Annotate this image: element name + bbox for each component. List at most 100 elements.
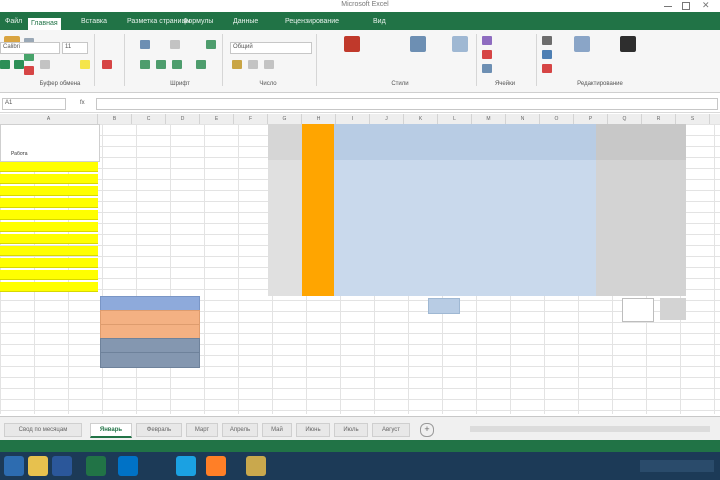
- column-header-n[interactable]: N: [506, 114, 540, 124]
- align-left-icon[interactable]: [140, 60, 150, 69]
- column-header-e[interactable]: E: [200, 114, 234, 124]
- windows-start-icon[interactable]: [4, 456, 24, 476]
- tab-file[interactable]: Файл: [2, 16, 25, 28]
- media-icon[interactable]: [206, 456, 226, 476]
- tab-insert[interactable]: Вставка: [78, 16, 110, 28]
- tab-home[interactable]: Главная: [28, 18, 61, 30]
- tab-data[interactable]: Данные: [230, 16, 261, 28]
- formula-input[interactable]: [96, 98, 718, 110]
- column-header-m[interactable]: M: [472, 114, 506, 124]
- font-size-select[interactable]: 11: [62, 42, 88, 54]
- column-header-p[interactable]: P: [574, 114, 608, 124]
- sheet-tab[interactable]: Май: [262, 423, 292, 437]
- row-label-cell[interactable]: [0, 174, 98, 184]
- sort-filter-icon[interactable]: [574, 36, 590, 52]
- worksheet-grid[interactable]: Работа: [0, 124, 720, 414]
- column-header-j[interactable]: J: [370, 114, 404, 124]
- header-a-label: Работа: [11, 151, 28, 157]
- column-header-s[interactable]: S: [676, 114, 710, 124]
- row-label-cell[interactable]: [0, 246, 98, 256]
- sheet-tab[interactable]: Август: [372, 423, 410, 437]
- close-icon[interactable]: ✕: [702, 0, 710, 11]
- group-clipboard-label: Буфер обмена: [39, 81, 81, 87]
- row-label-cell[interactable]: [0, 186, 98, 196]
- font-color-icon[interactable]: [102, 60, 112, 69]
- percent-icon[interactable]: [248, 60, 258, 69]
- row-label-cell[interactable]: [0, 234, 98, 244]
- minimize-icon[interactable]: [664, 6, 672, 7]
- find-icon[interactable]: [620, 36, 636, 52]
- indent-icon[interactable]: [196, 60, 206, 69]
- sheet-tab-active[interactable]: Январь: [90, 423, 132, 438]
- row-label-cell[interactable]: [0, 222, 98, 232]
- merge-icon[interactable]: [170, 40, 180, 49]
- cell-styles-icon[interactable]: [452, 36, 468, 52]
- align-right-icon[interactable]: [172, 60, 182, 69]
- sheet-tab[interactable]: Июнь: [296, 423, 330, 437]
- fx-icon[interactable]: fx: [80, 99, 85, 107]
- column-header-d[interactable]: D: [166, 114, 200, 124]
- conditional-format-icon[interactable]: [344, 36, 360, 52]
- header-gray-block: [268, 124, 302, 160]
- tab-view[interactable]: Вид: [370, 16, 389, 28]
- outlook-icon[interactable]: [118, 456, 138, 476]
- italic-icon[interactable]: [14, 60, 24, 69]
- sheet-tab[interactable]: Свод по месяцам: [4, 423, 82, 437]
- tab-formulas[interactable]: Формулы: [180, 16, 216, 28]
- delete-cells-icon[interactable]: [482, 50, 492, 59]
- column-header-o[interactable]: O: [540, 114, 574, 124]
- column-header-l[interactable]: L: [438, 114, 472, 124]
- column-header-k[interactable]: K: [404, 114, 438, 124]
- tab-review[interactable]: Рецензирование: [282, 16, 342, 28]
- ie-icon[interactable]: [176, 456, 196, 476]
- row-label-cell[interactable]: [0, 282, 98, 292]
- comma-icon[interactable]: [264, 60, 274, 69]
- insert-cells-icon[interactable]: [482, 36, 492, 45]
- format-painter-icon[interactable]: [24, 66, 34, 75]
- fill-icon[interactable]: [542, 50, 552, 59]
- system-tray[interactable]: [640, 460, 714, 472]
- column-header-r[interactable]: R: [642, 114, 676, 124]
- column-header-i[interactable]: I: [336, 114, 370, 124]
- sheet-tab[interactable]: Март: [186, 423, 218, 437]
- row-label-cell[interactable]: [0, 162, 98, 172]
- excel-icon[interactable]: [86, 456, 106, 476]
- column-header-f[interactable]: F: [234, 114, 268, 124]
- wrap-text-icon[interactable]: [140, 40, 150, 49]
- add-sheet-icon[interactable]: +: [420, 423, 434, 437]
- column-header-h[interactable]: H: [302, 114, 336, 124]
- name-box[interactable]: A1: [2, 98, 66, 110]
- align-center-icon[interactable]: [156, 60, 166, 69]
- row-label-cell[interactable]: [0, 210, 98, 220]
- format-cells-icon[interactable]: [482, 64, 492, 73]
- align-icon[interactable]: [206, 40, 216, 49]
- underline-icon[interactable]: [40, 60, 50, 69]
- word-icon[interactable]: [52, 456, 72, 476]
- maximize-icon[interactable]: [682, 2, 690, 10]
- fill-color-icon[interactable]: [80, 60, 90, 69]
- column-header-b[interactable]: B: [98, 114, 132, 124]
- column-header-q[interactable]: Q: [608, 114, 642, 124]
- sheet-tab[interactable]: Июль: [334, 423, 368, 437]
- paint-icon[interactable]: [246, 456, 266, 476]
- format-table-icon[interactable]: [410, 36, 426, 52]
- header-cell-a[interactable]: Работа: [0, 124, 100, 162]
- ribbon: Буфер обмена Calibri 11 Шрифт Общий Числ…: [0, 30, 720, 93]
- row-label-cell[interactable]: [0, 270, 98, 280]
- horizontal-scrollbar[interactable]: [470, 426, 710, 432]
- column-header-g[interactable]: G: [268, 114, 302, 124]
- sum-icon[interactable]: [542, 36, 552, 45]
- clear-icon[interactable]: [542, 64, 552, 73]
- row-label-cell[interactable]: [0, 258, 98, 268]
- sheet-tab[interactable]: Февраль: [136, 423, 182, 437]
- file-explorer-icon[interactable]: [28, 456, 48, 476]
- sheet-tab[interactable]: Апрель: [222, 423, 258, 437]
- column-header-a[interactable]: A: [0, 114, 98, 124]
- title-bar: Microsoft Excel ✕: [0, 0, 720, 12]
- font-name-select[interactable]: Calibri: [0, 42, 60, 54]
- currency-icon[interactable]: [232, 60, 242, 69]
- bold-icon[interactable]: [0, 60, 10, 69]
- row-label-cell[interactable]: [0, 198, 98, 208]
- number-format-select[interactable]: Общий: [230, 42, 312, 54]
- column-header-c[interactable]: C: [132, 114, 166, 124]
